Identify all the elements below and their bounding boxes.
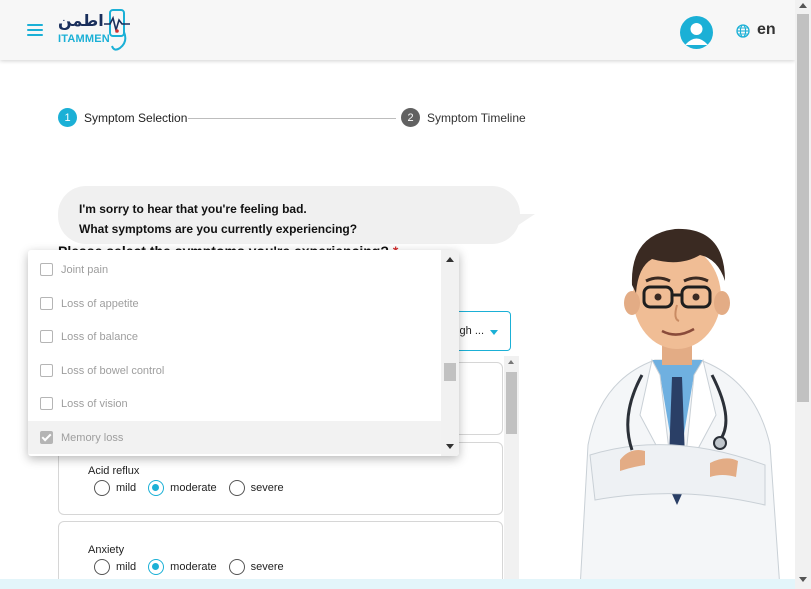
step-number: 1 (58, 108, 77, 127)
logo-latin-text: ITAMMEN (58, 33, 110, 45)
scroll-up-icon[interactable] (446, 257, 454, 262)
dropdown-option[interactable]: Loss of appetite (28, 287, 441, 320)
bottom-strip (0, 579, 795, 589)
radio-moderate[interactable]: moderate (148, 480, 217, 496)
option-label: Loss of vision (61, 397, 128, 410)
radio-mild[interactable]: mild (94, 480, 136, 496)
dropdown-option[interactable]: Loss of vision (28, 387, 441, 420)
scroll-thumb[interactable] (797, 14, 809, 402)
globe-icon[interactable] (736, 24, 750, 38)
doctor-speech-bubble: I'm sorry to hear that you're feeling ba… (58, 186, 520, 244)
card-title: Anxiety (88, 544, 125, 556)
card-title: Acid reflux (88, 465, 140, 477)
radio-circle[interactable] (94, 559, 110, 575)
scroll-thumb[interactable] (444, 363, 456, 381)
step-symptom-timeline: 2 Symptom Timeline (401, 108, 526, 127)
step-number: 2 (401, 108, 420, 127)
severity-radio-group: mild moderate severe (94, 559, 296, 575)
dropdown-option[interactable]: Loss of balance (28, 320, 441, 353)
dropdown-option[interactable]: Loss of bowel control (28, 354, 441, 387)
dropdown-scrollbar[interactable] (441, 250, 459, 456)
radio-label: mild (116, 482, 137, 494)
cards-scrollbar[interactable] (504, 356, 519, 589)
option-label: Loss of bowel control (61, 364, 165, 377)
radio-circle[interactable] (94, 480, 110, 496)
chat-line: I'm sorry to hear that you're feeling ba… (79, 202, 307, 216)
hamburger-menu-icon[interactable] (27, 24, 43, 36)
stepper-connector (188, 118, 396, 119)
page-scrollbar[interactable] (795, 0, 811, 589)
radio-mild[interactable]: mild (94, 559, 136, 575)
phone-heartbeat-icon (104, 9, 130, 51)
dropdown-option[interactable]: Memory loss (28, 421, 441, 454)
checkbox[interactable] (40, 364, 53, 377)
checkbox[interactable] (40, 297, 53, 310)
scroll-down-icon[interactable] (446, 444, 454, 449)
radio-circle[interactable] (148, 559, 165, 575)
checkbox[interactable] (40, 263, 53, 276)
radio-severe[interactable]: severe (228, 480, 284, 496)
scroll-up-icon[interactable] (508, 360, 514, 364)
step-label: Symptom Selection (84, 110, 188, 125)
radio-circle[interactable] (148, 480, 165, 496)
app-header: اطمن ITAMMEN en (0, 0, 795, 60)
language-switcher[interactable]: en (757, 21, 776, 39)
scroll-up-icon[interactable] (799, 3, 807, 8)
doctor-illustration (579, 228, 781, 589)
radio-label: severe (250, 561, 284, 573)
radio-label: mild (116, 561, 137, 573)
symptoms-dropdown: Joint pain Loss of appetite Loss of bala… (28, 250, 459, 456)
caret-down-icon[interactable] (490, 330, 498, 335)
scroll-thumb[interactable] (506, 372, 517, 434)
step-label: Symptom Timeline (427, 110, 526, 125)
radio-label: severe (250, 482, 284, 494)
scroll-down-icon[interactable] (799, 577, 807, 582)
step-symptom-selection: 1 Symptom Selection (58, 108, 187, 127)
user-avatar-icon[interactable] (680, 16, 713, 49)
checkbox[interactable] (40, 330, 53, 343)
radio-circle[interactable] (228, 480, 245, 496)
dropdown-option[interactable]: Joint pain (28, 253, 441, 286)
option-label: Loss of balance (61, 330, 139, 343)
radio-label: moderate (170, 561, 217, 573)
option-label: Loss of appetite (61, 297, 139, 310)
radio-severe[interactable]: severe (228, 559, 284, 575)
checkbox-checked[interactable] (40, 431, 53, 444)
itammen-logo[interactable]: اطمن ITAMMEN (56, 8, 130, 54)
checkbox[interactable] (40, 397, 53, 410)
severity-radio-group: mild moderate severe (94, 480, 296, 496)
radio-circle[interactable] (228, 559, 245, 575)
chat-line: What symptoms are you currently experien… (79, 222, 358, 236)
option-label: Memory loss (61, 431, 124, 444)
radio-moderate[interactable]: moderate (148, 559, 217, 575)
radio-label: moderate (170, 482, 217, 494)
logo-arabic-text: اطمن (58, 11, 104, 30)
option-label: Joint pain (61, 263, 109, 276)
